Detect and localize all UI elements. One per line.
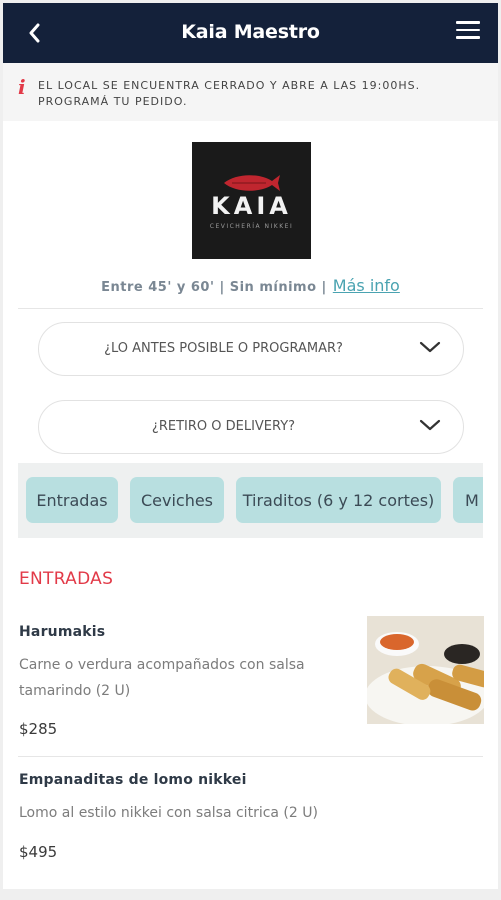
spring-rolls-photo (367, 616, 484, 724)
category-tab-ceviches[interactable]: Ceviches (130, 477, 224, 523)
delivery-info-row: Entre 45' y 60' | Sin mínimo | Más info (3, 276, 498, 295)
main-content[interactable]: i EL LOCAL SE ENCUENTRA CERRADO Y ABRE A… (3, 63, 498, 889)
fish-icon (224, 175, 280, 191)
top-bar: Kaia Maestro (3, 3, 498, 63)
hamburger-menu-icon-bar (456, 36, 480, 39)
hamburger-menu-icon-bar (456, 28, 480, 31)
category-tab-entradas[interactable]: Entradas (26, 477, 118, 523)
logo-wordmark: KAIA (211, 192, 292, 220)
page-title: Kaia Maestro (181, 21, 320, 43)
category-tab-tiraditos[interactable]: Tiraditos (6 y 12 cortes) (236, 477, 441, 523)
divider (18, 308, 483, 309)
product-description: Carne o verdura acompañados con salsa ta… (19, 657, 305, 699)
product-item[interactable]: Empanaditas de lomo nikkei Lomo al estil… (19, 772, 484, 882)
product-price: $495 (19, 843, 58, 861)
chevron-down-icon (419, 341, 441, 353)
product-name: Empanaditas de lomo nikkei (19, 772, 247, 788)
product-image (367, 616, 484, 724)
alert-message: EL LOCAL SE ENCUENTRA CERRADO Y ABRE A L… (38, 79, 421, 108)
divider (18, 756, 483, 757)
product-item[interactable]: Harumakis Carne o verdura acompañados co… (19, 616, 484, 754)
app-screen: Kaia Maestro i EL LOCAL SE ENCUENTRA CER… (0, 0, 501, 900)
product-description: Lomo al estilo nikkei con salsa citrica … (19, 805, 318, 821)
schedule-select[interactable]: ¿LO ANTES POSIBLE O PROGRAMAR? (38, 322, 464, 376)
product-name: Harumakis (19, 624, 106, 640)
schedule-select-label: ¿LO ANTES POSIBLE O PROGRAMAR? (104, 341, 343, 356)
product-price: $285 (19, 720, 58, 738)
store-logo: KAIA CEVICHERÍA NIKKEI (192, 142, 311, 259)
chevron-down-icon (419, 419, 441, 431)
section-title: ENTRADAS (19, 569, 114, 589)
category-tabs[interactable]: Entradas Ceviches Tiraditos (6 y 12 cort… (18, 463, 483, 538)
info-icon: i (18, 75, 26, 99)
delivery-mode-select[interactable]: ¿RETIRO O DELIVERY? (38, 400, 464, 454)
more-info-link[interactable]: Más info (333, 276, 400, 295)
category-tab-more[interactable]: M (453, 477, 483, 523)
hamburger-menu-icon (456, 21, 480, 24)
logo-subtitle: CEVICHERÍA NIKKEI (209, 223, 294, 230)
menu-button[interactable] (456, 21, 480, 43)
delivery-info: Entre 45' y 60' | Sin mínimo | (101, 280, 327, 295)
closed-alert: i EL LOCAL SE ENCUENTRA CERRADO Y ABRE A… (3, 63, 498, 121)
delivery-mode-select-label: ¿RETIRO O DELIVERY? (151, 419, 296, 434)
